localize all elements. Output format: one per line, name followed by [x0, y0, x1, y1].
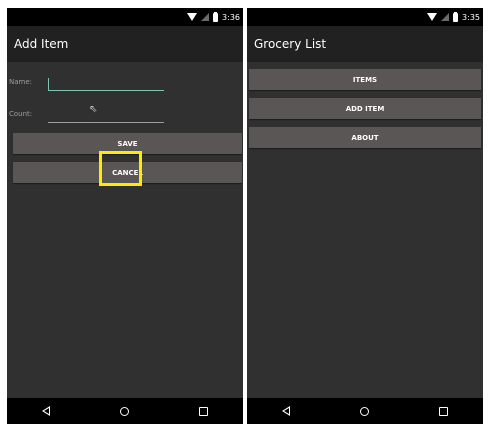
battery-icon [213, 11, 219, 22]
app-bar: Add Item [7, 26, 243, 62]
signal-icon [441, 13, 450, 21]
app-bar: Grocery List [247, 26, 483, 62]
home-icon[interactable] [360, 406, 369, 416]
menu-area: ITEMS ADD ITEM ABOUT [247, 62, 483, 398]
back-icon[interactable] [282, 406, 290, 416]
recents-icon[interactable] [199, 406, 208, 416]
cancel-button[interactable]: CANCEL [13, 162, 242, 183]
mouse-pointer-icon: ⇖ [89, 104, 98, 115]
grocery-list-screen: 3:35 Grocery List ITEMS ADD ITEM ABOUT [247, 8, 483, 424]
status-time: 3:36 [222, 12, 240, 22]
count-input[interactable] [48, 122, 164, 123]
nav-bar [247, 398, 483, 424]
about-button[interactable]: ABOUT [249, 127, 481, 148]
wifi-icon [427, 13, 438, 21]
name-input[interactable] [48, 90, 164, 91]
name-row: Name: [7, 70, 243, 94]
page-title: Add Item [14, 37, 69, 51]
status-bar: 3:36 [7, 8, 243, 26]
recents-icon[interactable] [439, 406, 448, 416]
count-row: Count: ⇖ [7, 102, 243, 126]
page-title: Grocery List [254, 37, 327, 51]
name-cursor [48, 78, 49, 90]
add-item-screen: 3:36 Add Item Name: Count: ⇖ SAVE CANCEL [7, 8, 243, 424]
back-icon[interactable] [42, 406, 50, 416]
name-label: Name: [9, 78, 33, 86]
add-item-button[interactable]: ADD ITEM [249, 98, 481, 119]
count-label: Count: [9, 110, 33, 118]
nav-bar [7, 398, 243, 424]
home-icon[interactable] [120, 406, 129, 416]
items-button[interactable]: ITEMS [249, 69, 481, 90]
status-time: 3:35 [462, 12, 480, 22]
form-area: Name: Count: ⇖ SAVE CANCEL [7, 62, 243, 398]
save-button[interactable]: SAVE [13, 133, 242, 154]
signal-icon [201, 13, 210, 21]
battery-icon [453, 11, 459, 22]
status-bar: 3:35 [247, 8, 483, 26]
wifi-icon [187, 13, 198, 21]
